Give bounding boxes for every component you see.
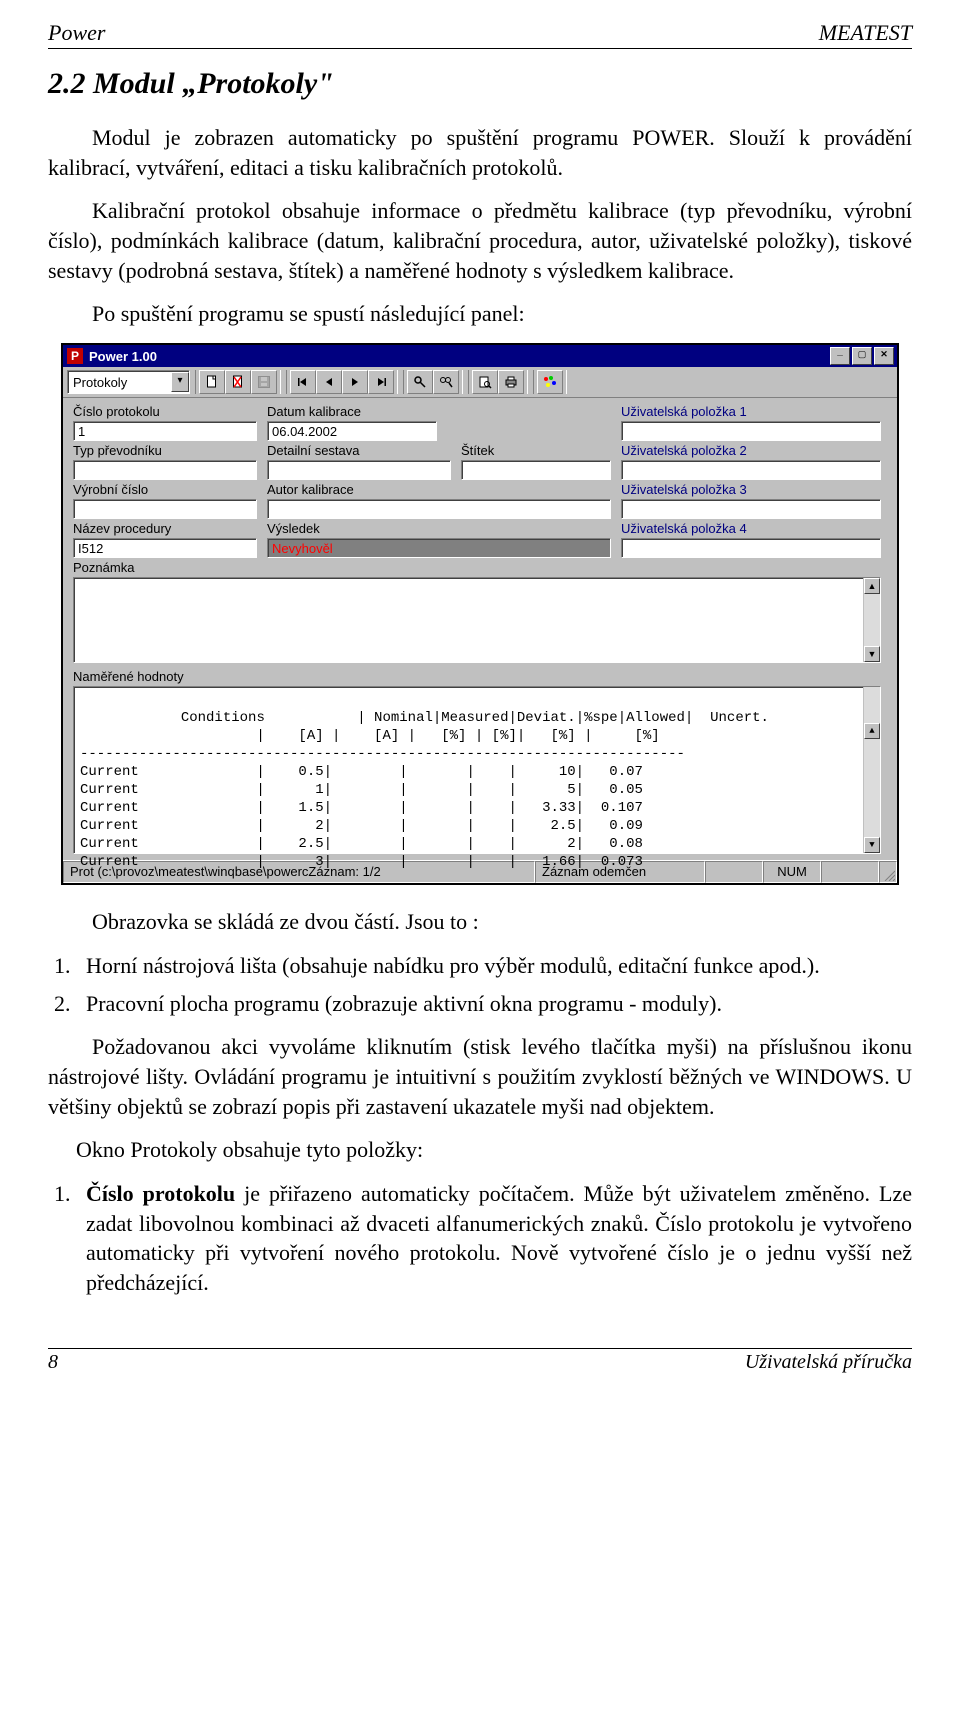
- label-user3: Uživatelská položka 3: [621, 482, 881, 497]
- close-button[interactable]: [874, 347, 894, 365]
- input-author[interactable]: [267, 499, 611, 519]
- find-icon[interactable]: [407, 370, 433, 394]
- first-record-icon[interactable]: [290, 370, 316, 394]
- input-result: Nevyhověl: [267, 538, 611, 558]
- para-after-intro: Obrazovka se skládá ze dvou částí. Jsou …: [48, 907, 912, 937]
- chevron-down-icon[interactable]: ▾: [171, 372, 189, 392]
- input-conv-type[interactable]: [73, 460, 257, 480]
- note-scrollbar[interactable]: ▲ ▼: [863, 578, 880, 662]
- status-empty1: [705, 861, 763, 883]
- label-conv-type: Typ převodníku: [73, 443, 257, 458]
- list-parts: Horní nástrojová lišta (obsahuje nabídku…: [48, 951, 912, 1018]
- find-all-icon[interactable]: [433, 370, 459, 394]
- label-cal-date: Datum kalibrace: [267, 404, 611, 419]
- label-serial: Výrobní číslo: [73, 482, 257, 497]
- header-right: MEATEST: [819, 20, 912, 46]
- running-footer: 8 Uživatelská příručka: [48, 1348, 912, 1374]
- label-sticker: Štítek: [461, 443, 611, 458]
- footer-doc: Uživatelská příručka: [745, 1351, 912, 1374]
- label-note: Poznámka: [73, 560, 881, 575]
- label-measured: Naměřené hodnoty: [73, 669, 881, 684]
- form-body: Číslo protokolu 1 Datum kalibrace 06.04.…: [63, 398, 897, 860]
- module-dropdown[interactable]: Protokoly ▾: [67, 370, 190, 394]
- section-title: 2.2 Modul „Protokoly": [48, 67, 912, 101]
- para-5: Okno Protokoly obsahuje tyto položky:: [76, 1135, 912, 1165]
- para-2: Kalibrační protokol obsahuje informace o…: [48, 196, 912, 285]
- prev-record-icon[interactable]: [316, 370, 342, 394]
- titlebar[interactable]: P Power 1.00: [63, 345, 897, 367]
- footer-page: 8: [48, 1351, 58, 1374]
- para-3: Po spuštění programu se spustí následují…: [48, 299, 912, 329]
- label-detail: Detailní sestava: [267, 443, 451, 458]
- input-user1[interactable]: [621, 421, 881, 441]
- delete-icon[interactable]: [225, 370, 251, 394]
- input-procedure[interactable]: I512: [73, 538, 257, 558]
- list-fields: Číslo protokolu je přiřazeno automaticky…: [48, 1179, 912, 1298]
- status-num: NUM: [763, 861, 821, 883]
- label-user4: Uživatelská položka 4: [621, 521, 881, 536]
- input-user4[interactable]: [621, 538, 881, 558]
- minimize-button[interactable]: [830, 347, 850, 365]
- label-protocol-number: Číslo protokolu: [73, 404, 257, 419]
- app-window: P Power 1.00 Protokoly ▾: [61, 343, 899, 885]
- label-result: Výsledek: [267, 521, 611, 536]
- next-record-icon[interactable]: [342, 370, 368, 394]
- app-icon: P: [67, 348, 83, 364]
- list-item: Horní nástrojová lišta (obsahuje nabídku…: [76, 951, 912, 981]
- input-user2[interactable]: [621, 460, 881, 480]
- toolbar: Protokoly ▾: [63, 367, 897, 398]
- measured-text: Conditions | Nominal|Measured|Deviat.|%s…: [80, 710, 769, 870]
- app-title: Power 1.00: [89, 349, 828, 364]
- list-item: Číslo protokolu je přiřazeno automaticky…: [76, 1179, 912, 1298]
- input-cal-date[interactable]: 06.04.2002: [267, 421, 437, 441]
- print-preview-icon[interactable]: [472, 370, 498, 394]
- list-item: Pracovní plocha programu (zobrazuje akti…: [76, 989, 912, 1019]
- input-protocol-number[interactable]: 1: [73, 421, 257, 441]
- measured-values-area[interactable]: Conditions | Nominal|Measured|Deviat.|%s…: [73, 686, 881, 854]
- header-left: Power: [48, 20, 105, 46]
- maximize-button[interactable]: [852, 347, 872, 365]
- dropdown-label: Protokoly: [73, 375, 171, 390]
- para-1: Modul je zobrazen automaticky po spuštěn…: [48, 123, 912, 182]
- label-author: Autor kalibrace: [267, 482, 611, 497]
- input-sticker[interactable]: [461, 460, 611, 480]
- measured-scrollbar[interactable]: ▲ ▼: [863, 687, 880, 853]
- scroll-up-icon[interactable]: ▲: [864, 578, 880, 594]
- last-record-icon[interactable]: [368, 370, 394, 394]
- label-user2: Uživatelská položka 2: [621, 443, 881, 458]
- running-header: Power MEATEST: [48, 20, 912, 49]
- resize-grip-icon[interactable]: [879, 861, 897, 883]
- input-note[interactable]: ▲ ▼: [73, 577, 881, 663]
- field-name: Číslo protokolu: [86, 1181, 235, 1206]
- label-user1: Uživatelská položka 1: [621, 404, 881, 419]
- label-procedure: Název procedury: [73, 521, 257, 536]
- status-empty2: [821, 861, 879, 883]
- save-icon[interactable]: [251, 370, 277, 394]
- input-user3[interactable]: [621, 499, 881, 519]
- new-doc-icon[interactable]: [199, 370, 225, 394]
- para-4: Požadovanou akci vyvoláme kliknutím (sti…: [48, 1032, 912, 1121]
- palette-icon[interactable]: [537, 370, 563, 394]
- scroll-up-icon[interactable]: ▲: [864, 723, 880, 739]
- input-detail[interactable]: [267, 460, 451, 480]
- print-icon[interactable]: [498, 370, 524, 394]
- scroll-down-icon[interactable]: ▼: [864, 837, 880, 853]
- input-serial[interactable]: [73, 499, 257, 519]
- scroll-down-icon[interactable]: ▼: [864, 646, 880, 662]
